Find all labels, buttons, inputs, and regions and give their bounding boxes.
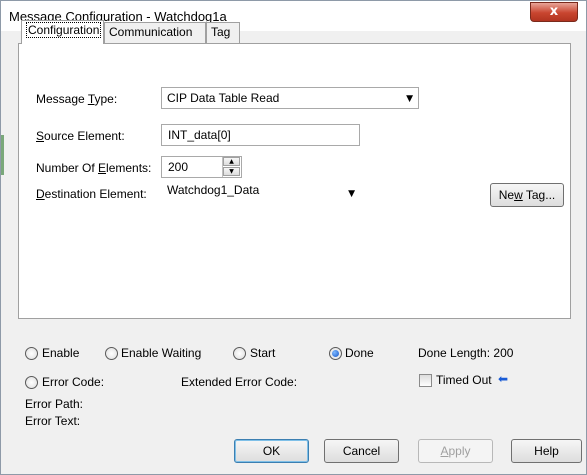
chevron-down-icon: ▼	[406, 94, 413, 104]
number-of-elements-stepper[interactable]: 200 ▲ ▼	[161, 156, 242, 178]
destination-element-value: Watchdog1_Data	[167, 183, 260, 197]
source-element-label: Source Element:	[36, 129, 125, 143]
number-of-elements-label: Number Of Elements:	[36, 161, 152, 175]
start-radio[interactable]	[233, 347, 246, 360]
tab-tag-label: Tag	[211, 25, 231, 39]
cancel-button[interactable]: Cancel	[324, 439, 399, 463]
enable-radio[interactable]	[25, 347, 38, 360]
spinner[interactable]: ▲ ▼	[222, 157, 241, 177]
tab-configuration-label: Configuration	[26, 22, 102, 38]
spin-down-icon[interactable]: ▼	[223, 167, 240, 176]
enable-waiting-radio[interactable]	[105, 347, 118, 360]
error-code-radio[interactable]	[25, 376, 38, 389]
enable-waiting-label: Enable Waiting	[121, 346, 202, 360]
message-type-label: Message Type:	[36, 92, 118, 106]
apply-button[interactable]: Apply	[418, 439, 493, 463]
error-path-label: Error Path:	[25, 397, 84, 411]
new-tag-button[interactable]: New Tag...	[490, 183, 564, 207]
source-element-input[interactable]: INT_data[0]	[161, 124, 360, 146]
spin-up-icon[interactable]: ▲	[223, 157, 240, 166]
message-type-value: CIP Data Table Read	[167, 91, 280, 105]
destination-element-select[interactable]: Watchdog1_Data ▼	[161, 181, 361, 203]
left-edge-marker	[1, 135, 4, 175]
error-text-label: Error Text:	[25, 414, 81, 428]
number-of-elements-value: 200	[168, 160, 189, 174]
chevron-down-icon: ▼	[348, 189, 355, 199]
timed-out-checkbox[interactable]	[419, 374, 432, 387]
source-element-value: INT_data[0]	[168, 128, 231, 142]
help-button[interactable]: Help	[511, 439, 582, 463]
done-radio[interactable]	[329, 347, 342, 360]
tab-configuration[interactable]: Configuration	[21, 20, 104, 44]
done-length: Done Length: 200	[418, 346, 514, 360]
done-label: Done	[345, 346, 374, 360]
message-type-select[interactable]: CIP Data Table Read ▼	[161, 87, 419, 109]
tab-tag[interactable]: Tag	[206, 22, 240, 43]
timed-out-label: Timed Out	[436, 373, 492, 387]
start-label: Start	[250, 346, 276, 360]
tab-communication-label: Communication	[109, 25, 193, 39]
message-configuration-dialog: Message Configuration - Watchdog1a x Con…	[0, 0, 587, 475]
tab-communication[interactable]: Communication	[104, 22, 206, 43]
destination-element-label: Destination Element:	[36, 187, 147, 201]
close-button[interactable]: x	[530, 2, 578, 22]
arrow-left-icon: ⬅	[498, 372, 509, 386]
ok-button[interactable]: OK	[234, 439, 309, 463]
error-code-label: Error Code:	[42, 375, 105, 389]
close-icon: x	[549, 4, 559, 19]
extended-error-code-label: Extended Error Code:	[181, 375, 298, 389]
enable-label: Enable	[42, 346, 80, 360]
configuration-panel: Message Type: CIP Data Table Read ▼ Sour…	[18, 43, 571, 319]
